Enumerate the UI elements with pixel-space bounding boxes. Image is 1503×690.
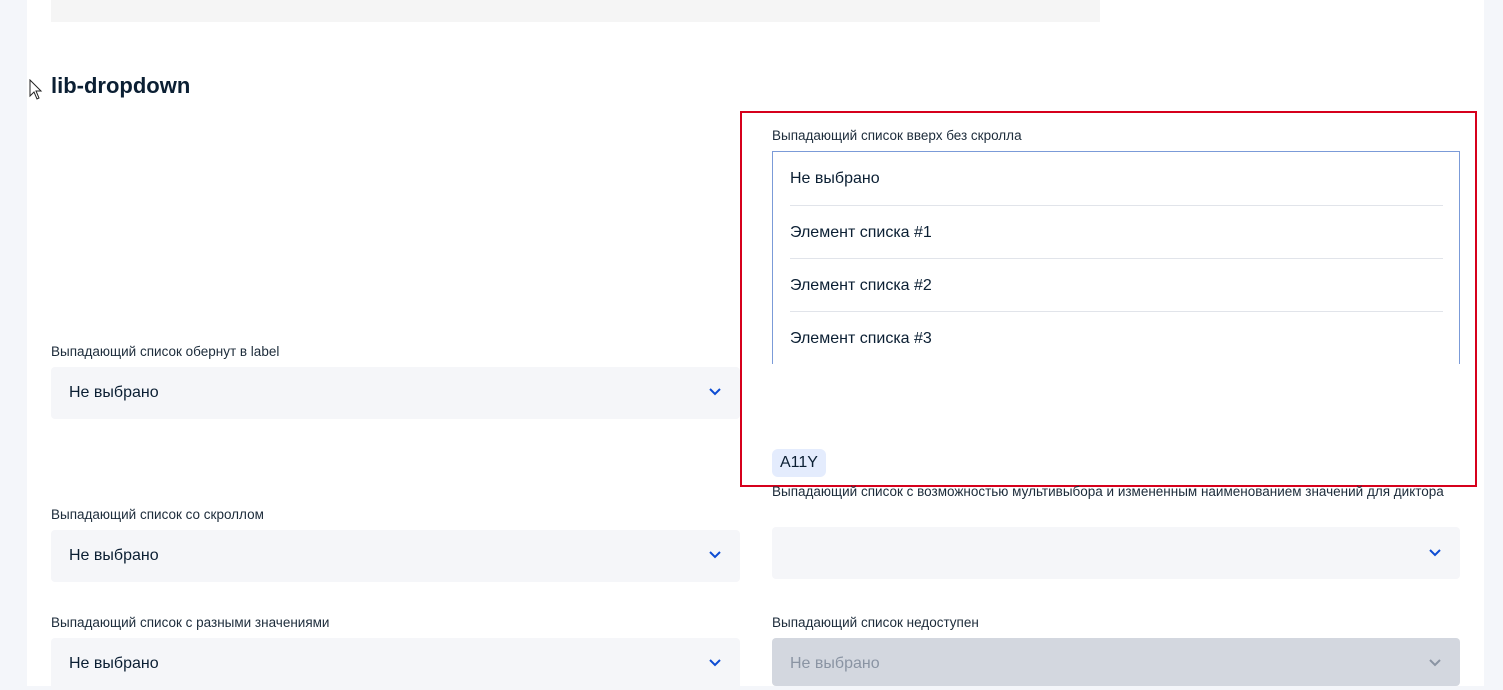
dropdown-option[interactable]: Элемент списка #1 — [790, 205, 1443, 259]
dropdown-multi-select[interactable] — [772, 527, 1460, 579]
select-value: Не выбрано — [69, 655, 159, 672]
chevron-down-icon — [1429, 659, 1441, 667]
dropdown-label-select[interactable]: Не выбрано — [51, 367, 740, 419]
dropdown-multi-label: Выпадающий список с возможностью мультив… — [772, 484, 1444, 499]
chevron-down-icon — [709, 659, 721, 667]
dropdown-values-label: Выпадающий список с разными значениями — [51, 615, 330, 630]
chevron-down-icon — [1429, 549, 1441, 557]
dropdown-option[interactable]: Элемент списка #3 — [790, 311, 1443, 364]
dropdown-option[interactable]: Элемент списка #2 — [790, 258, 1443, 312]
dropdown-scroll-select[interactable]: Не выбрано — [51, 530, 740, 582]
dropdown-up-label: Выпадающий список вверх без скролла — [772, 128, 1022, 143]
dropdown-label-label: Выпадающий список обернут в label — [51, 344, 280, 359]
section-title: lib-dropdown — [51, 73, 191, 98]
a11y-badge: A11Y — [772, 449, 826, 477]
dropdown-disabled-label: Выпадающий список недоступен — [772, 615, 979, 630]
select-value: Не выбрано — [69, 547, 159, 564]
dropdown-up-listbox[interactable]: Не выбрано Элемент списка #1 Элемент спи… — [772, 151, 1460, 364]
top-content-block — [51, 0, 1100, 22]
dropdown-disabled-select: Не выбрано — [772, 638, 1460, 686]
dropdown-option[interactable]: Не выбрано — [790, 152, 1443, 205]
select-value: Не выбрано — [69, 384, 159, 401]
select-value: Не выбрано — [790, 655, 880, 672]
chevron-down-icon — [709, 551, 721, 559]
dropdown-values-select[interactable]: Не выбрано — [51, 638, 740, 690]
chevron-down-icon — [709, 388, 721, 396]
dropdown-scroll-label: Выпадающий список со скроллом — [51, 507, 264, 522]
mouse-cursor-icon — [29, 79, 43, 100]
